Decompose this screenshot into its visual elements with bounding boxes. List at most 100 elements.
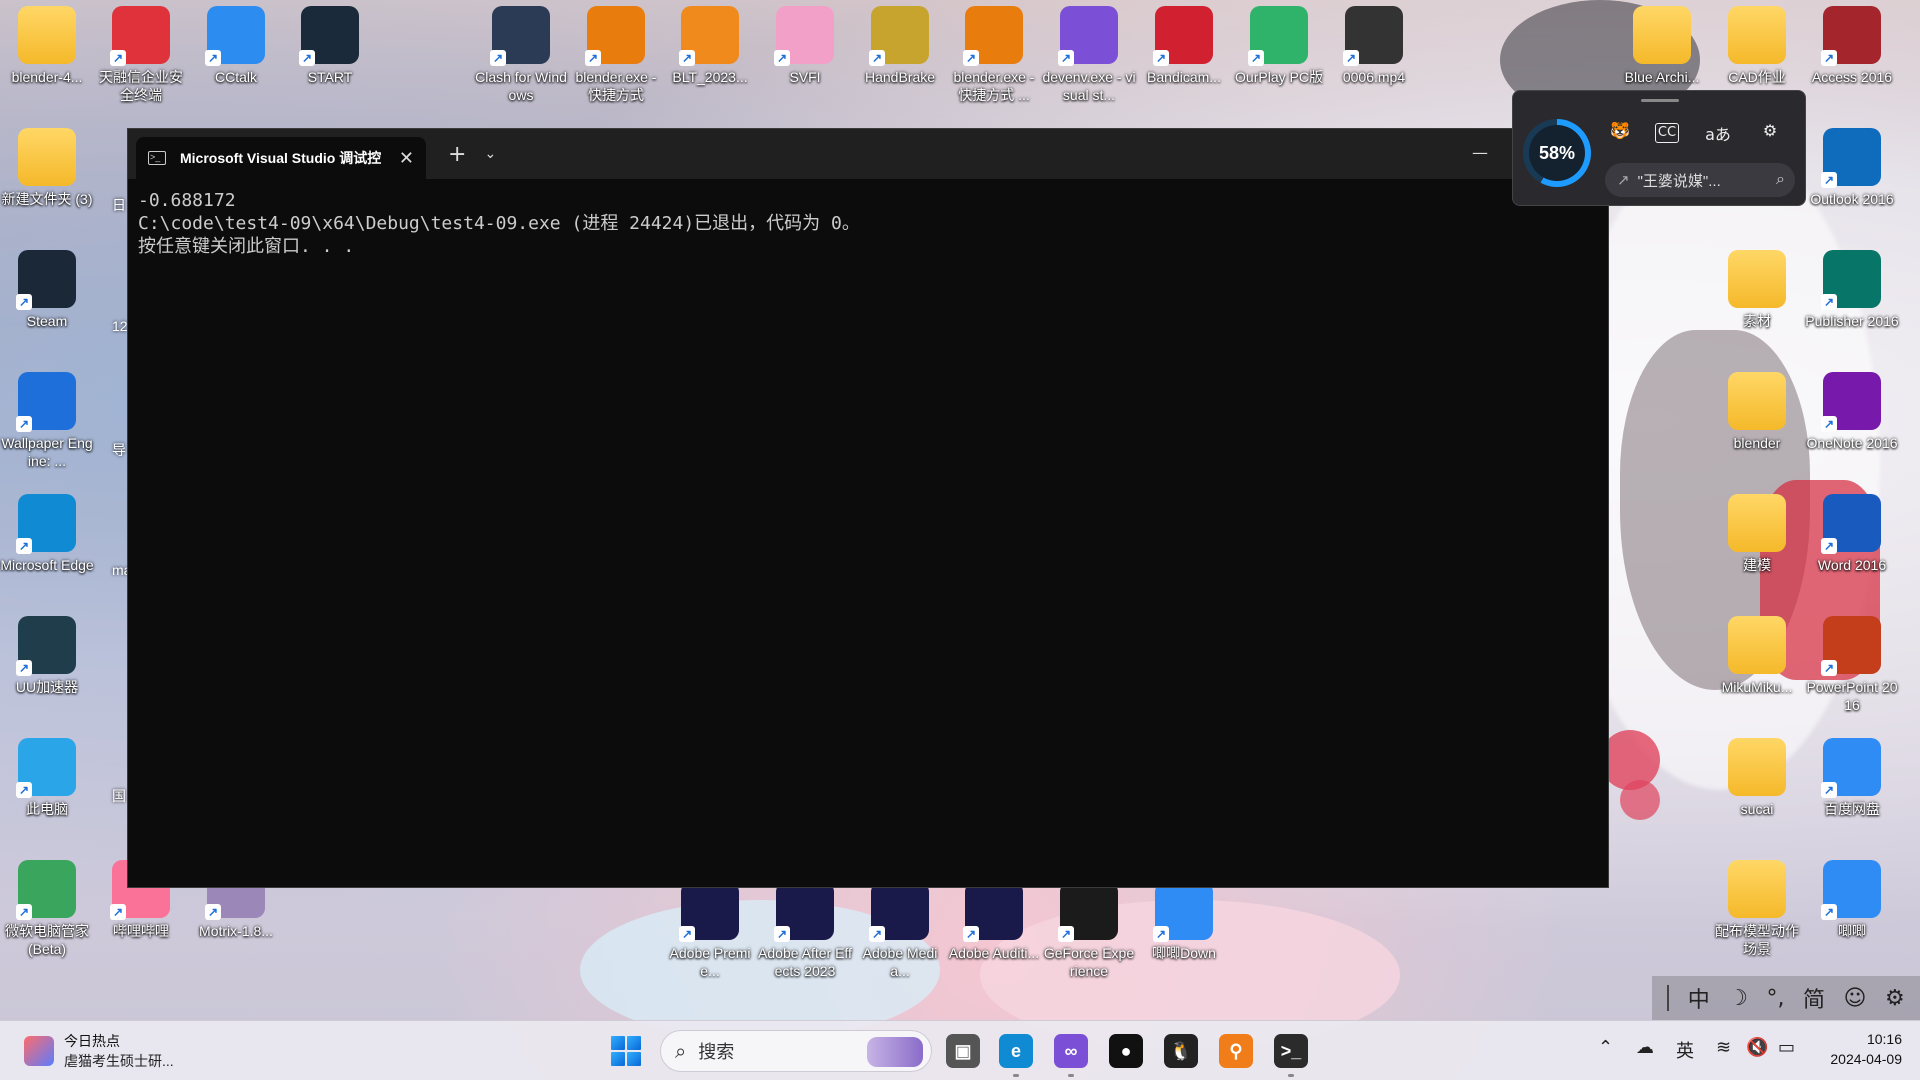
task-view-icon[interactable]: ▣ — [946, 1034, 980, 1068]
desktop-shortcut[interactable]: ↗ Adobe After Effects 2023 — [758, 882, 852, 980]
new-tab-button[interactable]: + — [448, 142, 466, 167]
terminal-icon[interactable]: >_ — [1274, 1034, 1308, 1068]
ime-simplified[interactable]: 简 — [1803, 982, 1825, 1014]
desktop-shortcut[interactable]: ↗ CCtalk — [189, 6, 283, 86]
input-language[interactable]: 英 — [1676, 1037, 1694, 1063]
desktop-shortcut[interactable]: ↗ GeForce Experience — [1042, 882, 1136, 980]
gear-icon[interactable]: ⚙ — [1755, 121, 1785, 140]
desktop-shortcut[interactable]: 建模 — [1710, 494, 1804, 574]
edge-icon[interactable]: e — [999, 1034, 1033, 1068]
desktop-shortcut[interactable]: ↗ Access 2016 — [1805, 6, 1899, 86]
desktop-shortcut[interactable]: ↗ devenv.exe - visual st... — [1042, 6, 1136, 104]
desktop-shortcut[interactable]: ↗ 微软电脑管家 (Beta) — [0, 860, 94, 958]
desktop-shortcut[interactable]: ↗ OneNote 2016 — [1805, 372, 1899, 452]
shortcut-arrow-icon: ↗ — [299, 50, 315, 66]
desktop-shortcut[interactable]: ↗ START — [283, 6, 377, 86]
desktop-shortcut[interactable]: MikuMiku... — [1710, 616, 1804, 696]
shortcut-arrow-icon: ↗ — [869, 50, 885, 66]
uu-icon: ↗ — [16, 616, 76, 676]
media-encoder-icon: ↗ — [869, 882, 929, 942]
desktop-shortcut[interactable]: 配布模型动作场景 — [1710, 860, 1804, 958]
terminal-output[interactable]: -0.688172 C:\code\test4-09\x64\Debug\tes… — [128, 179, 1608, 268]
desktop-shortcut[interactable]: sucai — [1710, 738, 1804, 818]
folder-icon — [1728, 616, 1786, 674]
desktop-shortcut[interactable]: 素材 — [1710, 250, 1804, 330]
news-widget[interactable]: 今日热点 虐猫考生硕士研... — [24, 1031, 174, 1071]
desktop-shortcut[interactable]: CAD作业 — [1710, 6, 1804, 86]
search-everything-icon[interactable]: ⚲ — [1219, 1034, 1253, 1068]
ime-moon-icon[interactable]: ☽ — [1728, 986, 1748, 1011]
search-icon[interactable]: ⌕ — [1776, 171, 1785, 189]
system-clock[interactable]: 10:16 2024-04-09 — [1830, 1029, 1902, 1069]
desktop-shortcut[interactable]: 新建文件夹 (3) — [0, 128, 94, 208]
cc-icon[interactable]: CC — [1655, 123, 1679, 143]
desktop-shortcut[interactable]: ↗ blender.exe - 快捷方式 — [569, 6, 663, 104]
close-tab-button[interactable]: ✕ — [399, 148, 414, 169]
desktop-shortcut[interactable]: ↗ Bandicam... — [1137, 6, 1231, 86]
jiji-icon: ↗ — [1821, 860, 1881, 920]
running-indicator — [1288, 1074, 1294, 1077]
jijidown-icon: ↗ — [1153, 882, 1213, 942]
desktop-shortcut[interactable]: ↗ Adobe Media... — [853, 882, 947, 980]
widget-search-box[interactable]: ↗ "王婆说媒"... ⌕ — [1605, 163, 1795, 197]
onedrive-icon[interactable]: ☁ — [1636, 1037, 1654, 1058]
desktop-shortcut[interactable]: ↗ SVFI — [758, 6, 852, 86]
desktop-shortcut[interactable]: ↗ blender.exe - 快捷方式 ... — [947, 6, 1041, 104]
desktop-shortcut[interactable]: blender-4... — [0, 6, 94, 86]
ime-emoji-icon[interactable]: ☺ — [1844, 986, 1867, 1011]
ime-settings-icon[interactable]: ⚙ — [1885, 986, 1905, 1011]
desktop-shortcut[interactable]: Blue Archi... — [1615, 6, 1709, 86]
desktop-shortcut[interactable]: ↗ UU加速器 — [0, 616, 94, 696]
taskbar: 今日热点 虐猫考生硕士研... ⌕ 搜索 ▣ e ∞ ● 🐧 ⚲ >_ ⌃ ☁ 英 ≋ 🔇 … — [0, 1020, 1920, 1080]
desktop-shortcut[interactable]: ↗ Adobe Auditi... — [947, 882, 1041, 962]
tab-debug-console[interactable]: >_ Microsoft Visual Studio 调试控 ✕ — [136, 137, 426, 179]
battery-icon[interactable]: ▭ — [1778, 1037, 1795, 1058]
minimize-button[interactable]: — — [1472, 143, 1488, 162]
drag-handle[interactable] — [1641, 99, 1679, 102]
github-icon[interactable]: ● — [1109, 1034, 1143, 1068]
desktop-shortcut[interactable]: ↗ Adobe Premie... — [663, 882, 757, 980]
desktop-shortcut[interactable]: ↗ 唧唧 — [1805, 860, 1899, 940]
taskbar-search[interactable]: ⌕ 搜索 — [660, 1030, 932, 1072]
shortcut-arrow-icon: ↗ — [1821, 172, 1837, 188]
show-hidden-icons-chevron-icon[interactable]: ⌃ — [1598, 1037, 1613, 1058]
desktop-shortcut[interactable]: ↗ 天融信企业安全终端 — [94, 6, 188, 104]
desktop-shortcut[interactable]: ↗ Publisher 2016 — [1805, 250, 1899, 330]
qq-icon[interactable]: 🐧 — [1164, 1034, 1198, 1068]
desktop-shortcut[interactable]: ↗ HandBrake — [853, 6, 947, 86]
desktop-shortcut[interactable]: ↗ 0006.mp4 — [1327, 6, 1421, 86]
desktop-shortcut[interactable]: ↗ Word 2016 — [1805, 494, 1899, 574]
desktop-shortcut[interactable]: ↗ PowerPoint 2016 — [1805, 616, 1899, 714]
start-button[interactable] — [611, 1036, 641, 1066]
shortcut-arrow-icon: ↗ — [1248, 50, 1264, 66]
volume-muted-icon[interactable]: 🔇 — [1746, 1037, 1768, 1058]
ime-mode-chinese[interactable]: 中 — [1688, 982, 1710, 1014]
desktop-shortcut[interactable]: ↗ Microsoft Edge — [0, 494, 94, 574]
desktop-shortcut[interactable]: ↗ 此电脑 — [0, 738, 94, 818]
desktop-shortcut[interactable]: ↗ BLT_2023... — [663, 6, 757, 86]
terminal-window[interactable]: >_ Microsoft Visual Studio 调试控 ✕ + ⌄ — -… — [127, 128, 1609, 888]
desktop-shortcut[interactable]: ↗ Steam — [0, 250, 94, 330]
tiger-icon[interactable]: 🐯 — [1605, 121, 1635, 140]
desktop-shortcut-label: UU加速器 — [15, 679, 79, 695]
shortcut-arrow-icon: ↗ — [490, 50, 506, 66]
desktop-shortcut[interactable]: ↗ Wallpaper Engine: ... — [0, 372, 94, 470]
floating-assistant-widget[interactable]: 58% 🐯 CC aあ ⚙ ↗ "王婆说媒"... ⌕ — [1512, 90, 1806, 206]
wifi-icon[interactable]: ≋ — [1716, 1037, 1731, 1058]
windows-logo-pane — [627, 1052, 641, 1066]
visual-studio-icon: ↗ — [1058, 6, 1118, 66]
ime-punctuation-icon[interactable]: °, — [1767, 986, 1785, 1011]
tab-dropdown-button[interactable]: ⌄ — [484, 146, 496, 162]
desktop-shortcut[interactable]: blender — [1710, 372, 1804, 452]
windows-logo-pane — [611, 1036, 625, 1050]
desktop-shortcut[interactable]: ↗ OurPlay PC版 — [1232, 6, 1326, 86]
translate-icon[interactable]: aあ — [1703, 121, 1733, 145]
desktop-shortcut[interactable]: ↗ Outlook 2016 — [1805, 128, 1899, 208]
desktop-shortcut[interactable]: ↗ 百度网盘 — [1805, 738, 1899, 818]
desktop-shortcut[interactable]: ↗ 唧唧Down — [1137, 882, 1231, 962]
visual-studio-icon[interactable]: ∞ — [1054, 1034, 1088, 1068]
partial-desktop-label: 国 — [112, 788, 126, 804]
performance-gauge[interactable]: 58% — [1523, 119, 1591, 187]
desktop-shortcut[interactable]: ↗ Clash for Windows — [474, 6, 568, 104]
windows-logo-pane — [627, 1036, 641, 1050]
